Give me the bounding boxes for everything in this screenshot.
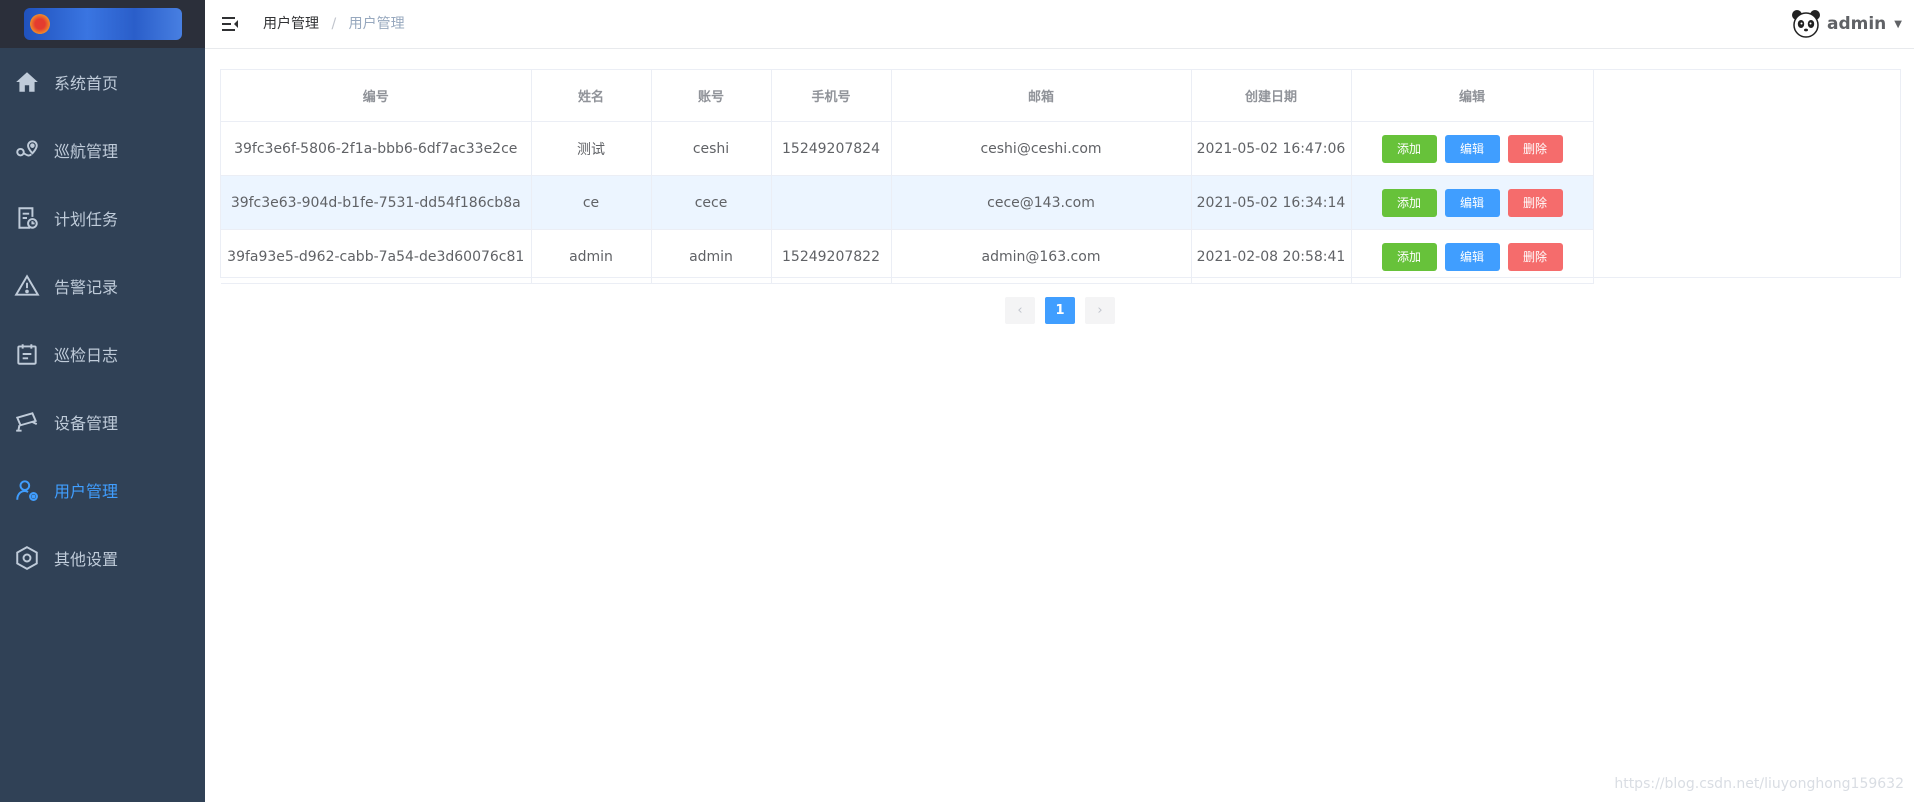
table-header-row: 编号 姓名 账号 手机号 邮箱 创建日期 编辑 bbox=[221, 70, 1594, 122]
table-row: 39fc3e6f-5806-2f1a-bbb6-6df7ac33e2ce 测试 … bbox=[221, 121, 1594, 176]
home-icon bbox=[13, 68, 41, 96]
log-icon bbox=[13, 340, 41, 368]
cell-id: 39fa93e5-d962-cabb-7a54-de3d60076c81 bbox=[221, 229, 532, 284]
sidebar-menu: 系统首页 巡航管理 计划任务 告警记录 巡检日志 设备管理 用户管理 其他设置 bbox=[0, 48, 205, 592]
sidebar-item-label: 设备管理 bbox=[54, 414, 119, 433]
username: admin bbox=[1827, 14, 1887, 34]
cell-actions: 添加 编辑 删除 bbox=[1351, 175, 1594, 230]
edit-button[interactable]: 编辑 bbox=[1444, 242, 1500, 271]
panda-avatar-icon bbox=[1791, 9, 1821, 39]
cell-account: cece bbox=[651, 175, 772, 230]
delete-button[interactable]: 删除 bbox=[1507, 134, 1563, 163]
column-header: 账号 bbox=[651, 70, 772, 122]
sidebar-item-label: 计划任务 bbox=[54, 210, 119, 229]
add-button[interactable]: 添加 bbox=[1381, 188, 1437, 217]
cell-actions: 添加 编辑 删除 bbox=[1351, 229, 1594, 284]
sidebar-item-label: 告警记录 bbox=[54, 278, 119, 297]
sidebar-item-cruise[interactable]: 巡航管理 bbox=[0, 116, 205, 184]
cell-phone: 15249207824 bbox=[771, 121, 892, 176]
cell-actions: 添加 编辑 删除 bbox=[1351, 121, 1594, 176]
breadcrumb-root[interactable]: 用户管理 bbox=[263, 16, 319, 32]
menu-toggle-icon[interactable] bbox=[221, 14, 241, 34]
watermark: https://blog.csdn.net/liuyonghong159632 bbox=[1614, 776, 1904, 792]
top-navbar: 用户管理 / 用户管理 admin ▼ bbox=[205, 0, 1914, 49]
user-table: 编号 姓名 账号 手机号 邮箱 创建日期 编辑 39fc3e6f-5806-2f… bbox=[220, 69, 1901, 284]
breadcrumb: 用户管理 / 用户管理 bbox=[263, 14, 405, 34]
cell-id: 39fc3e63-904d-b1fe-7531-dd54f186cb8a bbox=[221, 175, 532, 230]
cell-phone: 15249207822 bbox=[771, 229, 892, 284]
cell-account: admin bbox=[651, 229, 772, 284]
edit-button[interactable]: 编辑 bbox=[1444, 134, 1500, 163]
add-button[interactable]: 添加 bbox=[1381, 242, 1437, 271]
user-icon bbox=[13, 476, 41, 504]
cell-email: admin@163.com bbox=[891, 229, 1192, 284]
prev-page-button[interactable]: ‹ bbox=[1005, 297, 1035, 324]
table-row: 39fa93e5-d962-cabb-7a54-de3d60076c81 adm… bbox=[221, 229, 1594, 284]
delete-button[interactable]: 删除 bbox=[1507, 242, 1563, 271]
user-dropdown[interactable]: admin ▼ bbox=[1791, 8, 1902, 40]
camera-icon bbox=[13, 408, 41, 436]
sidebar-item-home[interactable]: 系统首页 bbox=[0, 48, 205, 116]
warning-icon bbox=[13, 272, 41, 300]
settings-icon bbox=[13, 544, 41, 572]
task-icon bbox=[13, 204, 41, 232]
cell-created: 2021-05-02 16:34:14 bbox=[1191, 175, 1352, 230]
next-page-button[interactable]: › bbox=[1085, 297, 1115, 324]
route-icon bbox=[13, 136, 41, 164]
cell-account: ceshi bbox=[651, 121, 772, 176]
column-header: 编号 bbox=[221, 70, 532, 122]
add-button[interactable]: 添加 bbox=[1381, 134, 1437, 163]
sidebar-item-label: 用户管理 bbox=[54, 482, 119, 501]
sidebar: 系统首页 巡航管理 计划任务 告警记录 巡检日志 设备管理 用户管理 其他设置 bbox=[0, 0, 205, 802]
cell-created: 2021-05-02 16:47:06 bbox=[1191, 121, 1352, 176]
cell-email: cece@143.com bbox=[891, 175, 1192, 230]
column-header: 编辑 bbox=[1351, 70, 1594, 122]
sidebar-item-users[interactable]: 用户管理 bbox=[0, 456, 205, 524]
caret-down-icon: ▼ bbox=[1894, 18, 1902, 30]
sidebar-item-inspection-log[interactable]: 巡检日志 bbox=[0, 320, 205, 388]
sidebar-item-other-settings[interactable]: 其他设置 bbox=[0, 524, 205, 592]
column-header: 姓名 bbox=[531, 70, 652, 122]
delete-button[interactable]: 删除 bbox=[1507, 188, 1563, 217]
sidebar-item-devices[interactable]: 设备管理 bbox=[0, 388, 205, 456]
logo bbox=[0, 0, 205, 48]
cell-created: 2021-02-08 20:58:41 bbox=[1191, 229, 1352, 284]
sidebar-item-tasks[interactable]: 计划任务 bbox=[0, 184, 205, 252]
sidebar-item-label: 系统首页 bbox=[54, 74, 119, 93]
column-header: 手机号 bbox=[771, 70, 892, 122]
table-row: 39fc3e63-904d-b1fe-7531-dd54f186cb8a ce … bbox=[221, 175, 1594, 230]
cell-email: ceshi@ceshi.com bbox=[891, 121, 1192, 176]
page-number-button[interactable]: 1 bbox=[1045, 297, 1075, 324]
cell-id: 39fc3e6f-5806-2f1a-bbb6-6df7ac33e2ce bbox=[221, 121, 532, 176]
cell-name: ce bbox=[531, 175, 652, 230]
column-header: 创建日期 bbox=[1191, 70, 1352, 122]
column-header: 邮箱 bbox=[891, 70, 1192, 122]
breadcrumb-current: 用户管理 bbox=[348, 16, 405, 32]
sidebar-item-label: 巡航管理 bbox=[54, 142, 119, 161]
sidebar-item-alarms[interactable]: 告警记录 bbox=[0, 252, 205, 320]
cell-phone bbox=[771, 175, 892, 230]
sidebar-item-label: 其他设置 bbox=[54, 550, 119, 569]
breadcrumb-separator: / bbox=[331, 16, 337, 32]
pagination: ‹ 1 › bbox=[1005, 297, 1115, 324]
edit-button[interactable]: 编辑 bbox=[1444, 188, 1500, 217]
cell-name: 测试 bbox=[531, 121, 652, 176]
cell-name: admin bbox=[531, 229, 652, 284]
sidebar-item-label: 巡检日志 bbox=[54, 346, 119, 365]
